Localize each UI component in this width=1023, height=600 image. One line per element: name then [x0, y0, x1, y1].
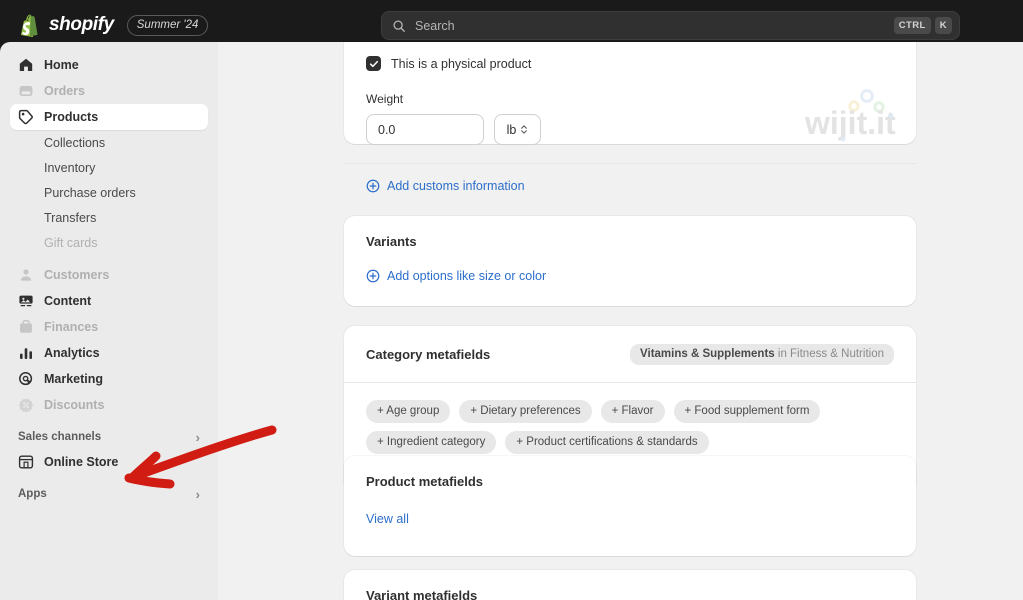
- apps-header[interactable]: Apps ›: [10, 482, 208, 506]
- shopify-logo-icon: [18, 13, 40, 37]
- sidebar-item-label: Content: [44, 294, 92, 308]
- orders-icon: [18, 83, 34, 99]
- plus-circle-icon: [366, 179, 380, 193]
- sidebar-item-collections[interactable]: Collections: [10, 130, 208, 155]
- chip-food-supplement-form[interactable]: + Food supplement form: [673, 400, 821, 423]
- sidebar-item-analytics[interactable]: Analytics: [10, 340, 208, 366]
- content-icon: [18, 293, 34, 309]
- chevron-right-icon: ›: [195, 429, 200, 445]
- kbd-ctrl: CTRL: [893, 17, 931, 34]
- search-bar[interactable]: Search CTRL K: [381, 11, 960, 40]
- physical-product-checkbox[interactable]: [366, 56, 381, 71]
- season-badge[interactable]: Summer '24: [126, 14, 209, 36]
- sidebar-subitem-label: Inventory: [44, 160, 96, 175]
- chip-ingredient-category[interactable]: + Ingredient category: [366, 431, 497, 454]
- sales-channels-header[interactable]: Sales channels ›: [10, 425, 208, 449]
- sidebar-item-inventory[interactable]: Inventory: [10, 155, 208, 180]
- sidebar-item-customers[interactable]: Customers: [10, 262, 208, 288]
- kbd-k: K: [934, 17, 952, 34]
- add-options-link[interactable]: Add options like size or color: [366, 269, 894, 283]
- add-customs-information-link[interactable]: Add customs information: [366, 179, 894, 193]
- physical-product-row[interactable]: This is a physical product: [366, 56, 894, 71]
- person-icon: [18, 267, 34, 283]
- storefront-icon: [18, 454, 34, 470]
- apps-label: Apps: [18, 488, 47, 500]
- brand-name: shopify: [49, 14, 114, 35]
- sidebar-item-label: Marketing: [44, 372, 104, 386]
- analytics-icon: [18, 345, 34, 361]
- sidebar-item-marketing[interactable]: Marketing: [10, 366, 208, 392]
- sidebar-item-label: Products: [44, 110, 99, 124]
- chip-age-group[interactable]: + Age group: [366, 400, 451, 423]
- metafield-chip-list: + Age group + Dietary preferences + Flav…: [366, 400, 894, 454]
- view-all-link[interactable]: View all: [366, 512, 894, 526]
- sidebar-item-label: Orders: [44, 84, 85, 98]
- sidebar-item-label: Discounts: [44, 398, 105, 412]
- stepper-icon: [520, 124, 528, 135]
- sidebar-subitem-label: Transfers: [44, 210, 97, 225]
- add-customs-information-label: Add customs information: [387, 179, 525, 193]
- category-badge[interactable]: Vitamins & Supplements in Fitness & Nutr…: [630, 344, 894, 365]
- category-badge-light: in Fitness & Nutrition: [777, 348, 884, 360]
- sidebar-item-products[interactable]: Products: [10, 104, 208, 130]
- sidebar-subitem-label: Gift cards: [44, 235, 98, 250]
- sidebar-item-home[interactable]: Home: [10, 52, 208, 78]
- shipping-card: This is a physical product Weight 0.0 lb: [344, 42, 916, 193]
- weight-input[interactable]: 0.0: [366, 114, 484, 145]
- product-metafields-card: Product metafields View all: [344, 456, 916, 556]
- sidebar-item-discounts[interactable]: Discounts: [10, 392, 208, 418]
- physical-product-label: This is a physical product: [391, 56, 532, 71]
- sidebar-item-content[interactable]: Content: [10, 288, 208, 314]
- sidebar: Home Orders Products Collections Invento…: [0, 42, 218, 600]
- chevron-right-icon: ›: [195, 486, 200, 502]
- sidebar-item-label: Finances: [44, 320, 99, 334]
- sidebar-item-gift-cards[interactable]: Gift cards: [10, 230, 208, 255]
- sidebar-item-label: Analytics: [44, 346, 100, 360]
- weight-unit-value: lb: [506, 122, 517, 137]
- weight-label: Weight: [366, 92, 404, 106]
- sidebar-item-online-store[interactable]: Online Store: [10, 449, 208, 475]
- category-badge-strong: Vitamins & Supplements: [640, 348, 775, 360]
- sidebar-subitem-label: Collections: [44, 135, 106, 150]
- chip-flavor[interactable]: + Flavor: [600, 400, 665, 423]
- shopify-admin-screen: shopify Summer '24 Search CTRL K Home Or…: [0, 0, 1023, 600]
- sidebar-item-label: Customers: [44, 268, 110, 282]
- variants-card: Variants Add options like size or color: [344, 216, 916, 306]
- variants-title: Variants: [366, 234, 417, 249]
- main-content: This is a physical product Weight 0.0 lb: [218, 42, 1023, 600]
- search-icon: [392, 19, 406, 33]
- brand[interactable]: shopify Summer '24: [18, 13, 209, 37]
- variant-metafields-title: Variant metafields: [366, 588, 478, 600]
- sidebar-item-orders[interactable]: Orders: [10, 78, 208, 104]
- plus-circle-icon: [366, 269, 380, 283]
- sidebar-item-transfers[interactable]: Transfers: [10, 205, 208, 230]
- sidebar-item-label: Online Store: [44, 455, 119, 469]
- view-all-label: View all: [366, 512, 409, 526]
- product-metafields-title: Product metafields: [366, 474, 484, 489]
- sidebar-item-purchase-orders[interactable]: Purchase orders: [10, 180, 208, 205]
- search-input[interactable]: Search: [415, 19, 890, 33]
- chip-dietary-preferences[interactable]: + Dietary preferences: [459, 400, 592, 423]
- discounts-icon: [18, 397, 34, 413]
- weight-unit-select[interactable]: lb: [494, 114, 541, 145]
- tag-icon: [18, 109, 34, 125]
- finances-icon: [18, 319, 34, 335]
- sidebar-subitem-label: Purchase orders: [44, 185, 136, 200]
- sales-channels-label: Sales channels: [18, 431, 102, 443]
- variant-metafields-card: Variant metafields: [344, 570, 916, 600]
- sidebar-item-finances[interactable]: Finances: [10, 314, 208, 340]
- category-metafields-title: Category metafields: [366, 347, 491, 362]
- home-icon: [18, 57, 34, 73]
- sidebar-item-label: Home: [44, 58, 79, 72]
- add-options-label: Add options like size or color: [387, 269, 547, 283]
- chip-product-certifications[interactable]: + Product certifications & standards: [505, 431, 709, 454]
- marketing-icon: [18, 371, 34, 387]
